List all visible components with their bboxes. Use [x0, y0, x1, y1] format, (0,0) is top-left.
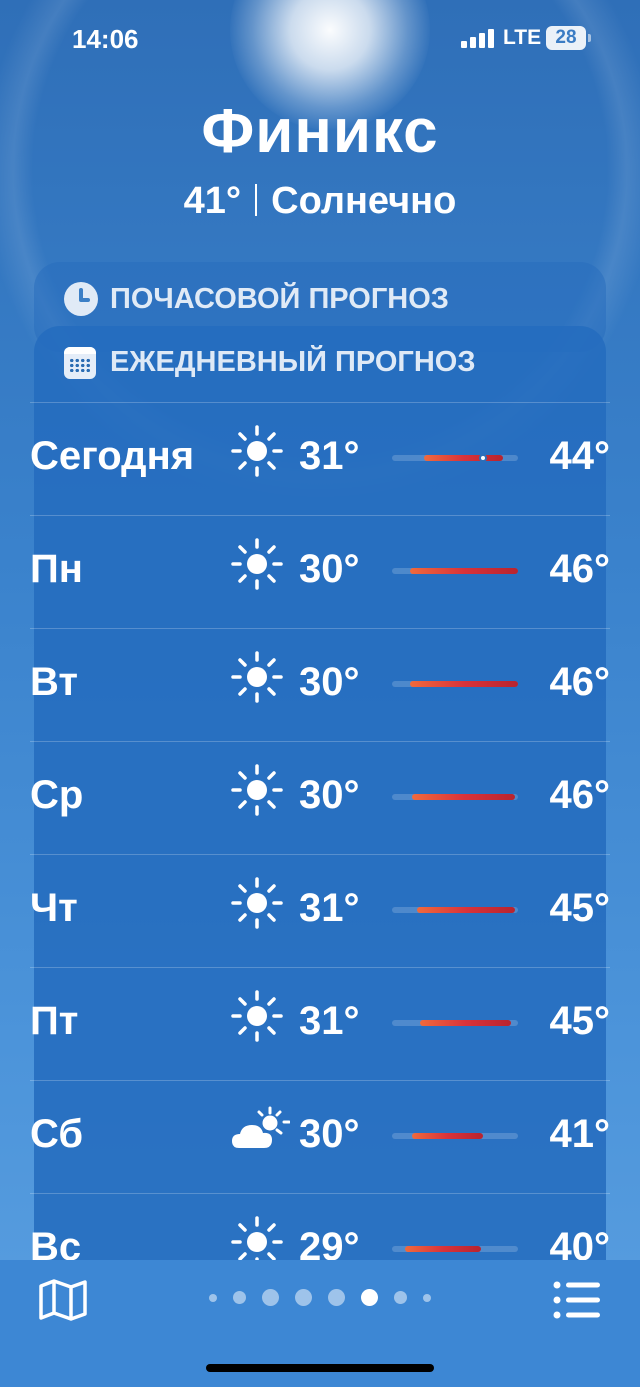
forecast-low: 31° — [299, 999, 360, 1043]
page-dot[interactable] — [423, 1293, 431, 1302]
hourly-forecast-header: ПОЧАСОВОЙ ПРОГНОЗ — [64, 282, 449, 316]
home-indicator[interactable] — [206, 1364, 434, 1372]
temperature-range-fill — [410, 681, 518, 687]
current-conditions: 41° Солнечно — [0, 180, 640, 223]
forecast-row[interactable]: Ср 30° 46° — [30, 741, 610, 854]
forecast-row[interactable]: Пт 31° 45° — [30, 967, 610, 1080]
temperature-range-fill — [412, 794, 515, 800]
row-divider — [30, 967, 610, 968]
forecast-row[interactable]: Сегодня 31° 44° — [30, 402, 610, 515]
temperature-range-bar — [392, 794, 518, 800]
sun-icon — [230, 876, 284, 930]
page-dot[interactable] — [328, 1289, 345, 1306]
battery-icon: 28 — [546, 26, 591, 50]
temperature-range-bar — [392, 1246, 518, 1252]
temperature-range-fill — [417, 907, 515, 913]
page-dot[interactable] — [295, 1289, 312, 1306]
forecast-day: Пн — [30, 547, 83, 591]
forecast-row[interactable]: Вт 30° 46° — [30, 628, 610, 741]
forecast-low: 31° — [299, 434, 360, 478]
list-icon[interactable] — [552, 1278, 602, 1322]
forecast-high: 46° — [549, 660, 611, 704]
forecast-row[interactable]: Чт 31° 45° — [30, 854, 610, 967]
status-bar: 14:06 LTE 28 — [0, 0, 640, 80]
temperature-range-fill — [405, 1246, 481, 1252]
forecast-high: 46° — [549, 773, 611, 817]
sun-icon — [230, 537, 284, 591]
forecast-day: Чт — [30, 886, 78, 930]
temperature-range-fill — [420, 1020, 511, 1026]
page-dot[interactable] — [394, 1291, 407, 1304]
forecast-day: Сб — [30, 1112, 84, 1156]
current-temperature: 41° — [183, 180, 242, 222]
city-name: Финикс — [201, 97, 439, 166]
calendar-icon — [64, 346, 96, 379]
forecast-low: 30° — [299, 773, 360, 817]
page-indicator[interactable] — [0, 1289, 640, 1306]
forecast-high: 46° — [549, 547, 611, 591]
row-divider — [30, 402, 610, 403]
forecast-day: Сегодня — [30, 434, 195, 478]
row-divider — [30, 628, 610, 629]
page-dot[interactable] — [233, 1291, 246, 1304]
signal-icon — [461, 28, 495, 48]
forecast-low: 30° — [299, 1112, 360, 1156]
row-divider — [30, 741, 610, 742]
forecast-day: Пт — [30, 999, 79, 1043]
sun-icon — [230, 650, 284, 704]
network-label: LTE — [503, 26, 542, 49]
forecast-day: Ср — [30, 773, 84, 817]
forecast-high: 44° — [549, 434, 611, 478]
page-dot[interactable] — [209, 1293, 217, 1302]
temperature-range-bar — [392, 568, 518, 574]
current-condition: Солнечно — [271, 180, 457, 222]
sun-icon — [230, 763, 284, 817]
forecast-high: 41° — [549, 1112, 611, 1156]
temperature-range-bar — [392, 681, 518, 687]
separator — [255, 184, 258, 216]
page-dot[interactable] — [361, 1289, 378, 1306]
temperature-range-fill — [410, 568, 518, 574]
forecast-row[interactable]: Пн 30° 46° — [30, 515, 610, 628]
row-divider — [30, 1193, 610, 1194]
temperature-range-bar — [392, 907, 518, 913]
page-dot[interactable] — [262, 1289, 279, 1306]
status-time: 14:06 — [72, 24, 139, 54]
forecast-day: Вт — [30, 660, 78, 704]
partly-cloudy-icon — [230, 1102, 291, 1156]
forecast-low: 31° — [299, 886, 360, 930]
temperature-range-fill — [412, 1133, 483, 1139]
temperature-range-bar — [392, 1133, 518, 1139]
temperature-range-bar — [392, 1020, 518, 1026]
forecast-low: 30° — [299, 660, 360, 704]
row-divider — [30, 1080, 610, 1081]
sun-icon — [230, 989, 284, 1043]
forecast-low: 30° — [299, 547, 360, 591]
clock-icon — [64, 282, 98, 316]
current-temperature-dot — [479, 454, 487, 462]
daily-forecast-header: ЕЖЕДНЕВНЫЙ ПРОГНОЗ — [64, 346, 476, 379]
row-divider — [30, 854, 610, 855]
daily-forecast-title: ЕЖЕДНЕВНЫЙ ПРОГНОЗ — [110, 346, 476, 378]
forecast-high: 45° — [549, 886, 611, 930]
forecast-high: 45° — [549, 999, 611, 1043]
forecast-row[interactable]: Сб 30° 41° — [30, 1080, 610, 1193]
row-divider — [30, 515, 610, 516]
temperature-range-bar — [392, 454, 518, 462]
temperature-range-fill — [424, 455, 503, 461]
sun-icon — [230, 424, 284, 478]
hourly-forecast-title: ПОЧАСОВОЙ ПРОГНОЗ — [110, 282, 449, 315]
